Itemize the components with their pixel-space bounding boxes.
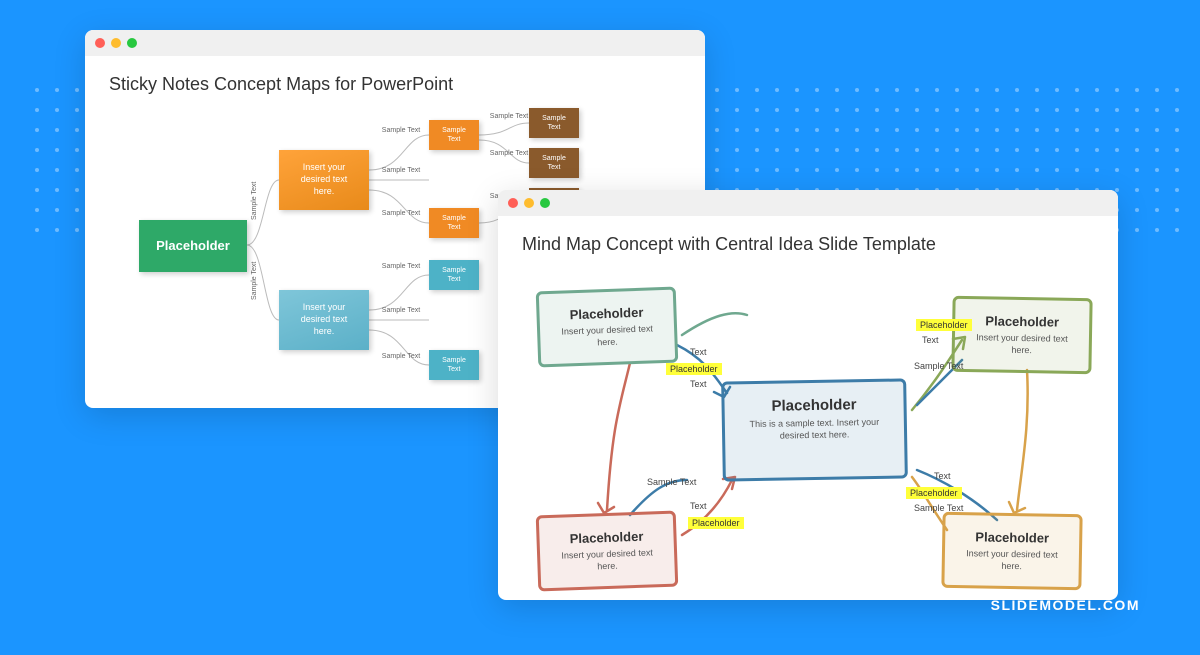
box-title: Placeholder: [557, 304, 655, 322]
edge-label: Sample Text: [381, 210, 421, 218]
window-maximize-button[interactable]: [540, 198, 550, 208]
note-small-orange: Sample Text: [429, 120, 479, 150]
edge-label: Sample Text: [489, 150, 529, 158]
slide-title: Sticky Notes Concept Maps for PowerPoint: [109, 74, 681, 95]
window-close-button[interactable]: [95, 38, 105, 48]
center-subtitle: This is a sample text. Insert your desir…: [743, 417, 886, 443]
mindmap-box-tl: Placeholder Insert your desired text her…: [536, 287, 679, 368]
mindmap-box-br: Placeholder Insert your desired text her…: [941, 512, 1082, 591]
box-title: Placeholder: [557, 528, 655, 546]
mindmap-area: Placeholder This is a sample text. Inser…: [522, 265, 1094, 600]
highlight-label: Placeholder: [916, 319, 972, 331]
highlight-label: Placeholder: [906, 487, 962, 499]
highlight-label: Placeholder: [666, 363, 722, 375]
mm-text: Sample Text: [914, 361, 963, 371]
mindmap-center: Placeholder This is a sample text. Inser…: [721, 378, 908, 481]
box-title: Placeholder: [973, 313, 1071, 330]
box-title: Placeholder: [963, 529, 1061, 546]
mm-text: Sample Text: [914, 503, 963, 513]
mindmap-box-tr: Placeholder Insert your desired text her…: [951, 296, 1092, 375]
note-teal-mid: Insert your desired text here.: [279, 290, 369, 350]
mm-text: Text: [690, 379, 707, 389]
slide-title: Mind Map Concept with Central Idea Slide…: [522, 234, 1094, 255]
edge-label: Sample Text: [381, 167, 421, 175]
window-body: Mind Map Concept with Central Idea Slide…: [498, 216, 1118, 600]
edge-label: Sample Text: [489, 113, 529, 121]
note-root: Placeholder: [139, 220, 247, 272]
edge-label: Sample Text: [251, 181, 259, 221]
mm-text: Text: [934, 471, 951, 481]
window-mind-map: Mind Map Concept with Central Idea Slide…: [498, 190, 1118, 600]
box-subtitle: Insert your desired text here.: [963, 548, 1061, 573]
brand-watermark: SLIDEMODEL.COM: [991, 597, 1140, 613]
mm-text: Text: [922, 335, 939, 345]
window-titlebar: [85, 30, 705, 56]
box-subtitle: Insert your desired text here.: [973, 332, 1071, 357]
mm-text: Sample Text: [647, 477, 696, 487]
edge-label: Sample Text: [381, 307, 421, 315]
edge-label: Sample Text: [381, 263, 421, 271]
note-small-teal: Sample Text: [429, 260, 479, 290]
window-maximize-button[interactable]: [127, 38, 137, 48]
note-small-teal: Sample Text: [429, 350, 479, 380]
window-minimize-button[interactable]: [524, 198, 534, 208]
mm-text: Text: [690, 501, 707, 511]
edge-label: Sample Text: [251, 261, 259, 301]
edge-label: Sample Text: [381, 353, 421, 361]
note-orange-mid: Insert your desired text here.: [279, 150, 369, 210]
box-subtitle: Insert your desired text here.: [558, 323, 657, 350]
box-subtitle: Insert your desired text here.: [558, 547, 657, 574]
mindmap-box-bl: Placeholder Insert your desired text her…: [536, 511, 679, 592]
note-small-brown: Sample Text: [529, 108, 579, 138]
note-small-orange: Sample Text: [429, 208, 479, 238]
highlight-label: Placeholder: [688, 517, 744, 529]
mm-text: Text: [690, 347, 707, 357]
window-close-button[interactable]: [508, 198, 518, 208]
note-small-brown: Sample Text: [529, 148, 579, 178]
center-title: Placeholder: [742, 396, 885, 415]
window-minimize-button[interactable]: [111, 38, 121, 48]
edge-label: Sample Text: [381, 127, 421, 135]
window-titlebar: [498, 190, 1118, 216]
